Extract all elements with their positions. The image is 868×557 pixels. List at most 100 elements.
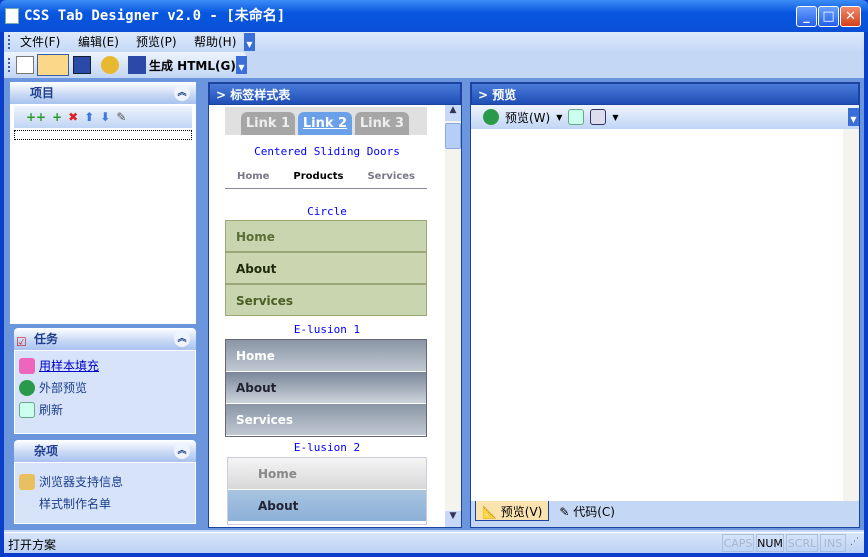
delete-icon[interactable]: ✖ <box>68 110 78 124</box>
menu-file[interactable]: 文件(F) <box>20 34 60 50</box>
menu-edit[interactable]: 编辑(E) <box>78 34 119 50</box>
link-label: 刷新 <box>39 403 64 417</box>
preview-view[interactable] <box>471 129 859 501</box>
chevron-down-icon[interactable]: ▼ <box>236 56 247 74</box>
menu-item[interactable]: Services <box>225 284 427 316</box>
collapse-icon[interactable]: ︽ <box>174 331 190 347</box>
link-label: 外部预览 <box>39 381 88 395</box>
menu-bar: 文件(F) 编辑(E) 预览(P) 帮助(H) ▼ <box>4 32 864 52</box>
tab-styles-header: > 标签样式表 <box>209 83 461 105</box>
main-area: 项目 ︽ ++ + ✖ ⬆ ⬇ ✎ ☑ 任务 ︽ 用样本填充 外部预览 刷新 杂项 ︽ … <box>4 78 864 530</box>
num-indicator: NUM <box>756 534 784 552</box>
add-child-icon[interactable]: ++ <box>26 110 46 124</box>
preview-dropdown[interactable]: 预览(W) <box>505 109 550 126</box>
toolbar: 生成 HTML(G) ▼ <box>4 52 247 78</box>
tab-styles-panel: > 标签样式表 ▲ ▼ Link 1 Link 2 Link 3 Centered … <box>208 82 462 528</box>
globe-icon <box>483 109 499 125</box>
sliding-doors-nav: Home Products Services <box>225 167 427 189</box>
menu-item[interactable]: About <box>226 372 426 404</box>
add-icon[interactable]: + <box>52 110 62 124</box>
tab-link-3[interactable]: Link 3 <box>355 112 409 135</box>
tab-link-1[interactable]: Link 1 <box>241 112 295 135</box>
tasks-header[interactable]: ☑ 任务 ︽ <box>14 328 196 350</box>
help-icon[interactable] <box>101 56 119 74</box>
new-file-icon[interactable] <box>16 56 34 74</box>
tasks-panel: ☑ 任务 ︽ 用样本填充 外部预览 刷新 <box>14 328 196 434</box>
font-icon[interactable] <box>590 109 607 125</box>
menu-item[interactable]: Services <box>226 404 426 436</box>
maximize-button[interactable]: □ <box>818 6 839 27</box>
status-text: 打开方案 <box>8 538 57 552</box>
close-button[interactable]: ✕ <box>840 6 861 27</box>
project-toolbar: ++ + ✖ ⬆ ⬇ ✎ <box>14 106 192 128</box>
generate-html-button[interactable]: 生成 HTML(G) <box>149 57 236 74</box>
move-down-icon[interactable]: ⬇ <box>100 110 110 124</box>
scrollbar[interactable]: ▲ ▼ <box>445 105 461 527</box>
ruler-icon: 📐 <box>482 505 497 519</box>
open-folder-icon[interactable] <box>37 54 69 76</box>
link-label: 样式制作名单 <box>39 497 112 511</box>
tab-link-2[interactable]: Link 2 <box>298 112 352 135</box>
menu-item[interactable]: Home <box>225 220 427 252</box>
clipboard-icon: ☑ <box>16 335 27 349</box>
misc-header[interactable]: 杂项 ︽ <box>14 440 196 462</box>
move-up-icon[interactable]: ⬆ <box>84 110 94 124</box>
edit-icon[interactable]: ✎ <box>116 110 126 124</box>
menu-help[interactable]: 帮助(H) <box>194 34 236 50</box>
misc-title: 杂项 <box>34 444 59 458</box>
globe-icon <box>19 380 35 396</box>
view-tabs: 📐 预览(V) ✎ 代码(C) <box>471 501 859 523</box>
window-title: CSS Tab Designer v2.0 - [未命名] <box>24 8 286 24</box>
grip-icon <box>8 58 11 72</box>
preview-header: > 预览 <box>471 83 859 105</box>
status-bar: 打开方案 CAPS NUM SCRL INS ⋰ <box>4 532 864 553</box>
misc-panel: 杂项 ︽ 浏览器支持信息 样式制作名单 <box>14 440 196 524</box>
minimize-button[interactable]: _ <box>796 6 817 27</box>
chevron-down-icon[interactable]: ▼ <box>244 33 255 51</box>
nav-item[interactable]: Home <box>237 167 269 188</box>
tab-code[interactable]: ✎ 代码(C) <box>553 501 621 522</box>
project-tree[interactable] <box>14 130 192 140</box>
preview-panel: > 预览 预览(W) ▼ ▼ ▼ 📐 预览(V) ✎ 代码(C) <box>470 82 860 528</box>
scroll-up-icon[interactable]: ▲ <box>445 105 461 121</box>
project-header[interactable]: 项目 ︽ <box>10 82 196 104</box>
html-icon[interactable] <box>128 56 146 74</box>
menu-preview[interactable]: 预览(P) <box>136 34 177 50</box>
scroll-down-icon[interactable]: ▼ <box>445 511 461 527</box>
elusion1-menu: Home About Services <box>225 339 427 437</box>
menu-item[interactable]: Home <box>228 458 426 490</box>
project-panel: 项目 ︽ ++ + ✖ ⬆ ⬇ ✎ <box>10 82 196 324</box>
chevron-down-icon[interactable]: ▼ <box>848 108 859 126</box>
app-frame: 文件(F) 编辑(E) 预览(P) 帮助(H) ▼ 生成 HTML(G) ▼ 项… <box>4 32 864 553</box>
grip-icon <box>8 35 11 49</box>
fill-sample-link[interactable]: 用样本填充 <box>15 355 195 377</box>
tab-label: 代码(C) <box>573 505 615 519</box>
refresh-link[interactable]: 刷新 <box>15 399 195 421</box>
browser-support-link[interactable]: 浏览器支持信息 <box>15 471 195 493</box>
resize-grip-icon[interactable]: ⋰ <box>850 537 859 547</box>
tasks-title: 任务 <box>34 332 59 346</box>
scrl-indicator: SCRL <box>786 534 818 552</box>
collapse-icon[interactable]: ︽ <box>174 443 190 459</box>
project-title: 项目 <box>30 86 55 100</box>
menu-item[interactable]: About <box>228 490 426 522</box>
preview-toolbar: 预览(W) ▼ ▼ ▼ <box>471 105 859 129</box>
link-label: 浏览器支持信息 <box>39 475 124 489</box>
sample-icon <box>19 358 35 374</box>
tab-preview[interactable]: 📐 预览(V) <box>475 501 550 521</box>
credits-link[interactable]: 样式制作名单 <box>15 493 195 515</box>
menu-item[interactable]: Home <box>226 340 426 372</box>
scrollbar[interactable] <box>843 129 859 501</box>
nav-item[interactable]: Services <box>367 167 415 188</box>
style-name: E-lusion 1 <box>293 323 361 336</box>
lock-icon <box>19 474 35 490</box>
refresh-icon[interactable] <box>568 109 585 125</box>
collapse-icon[interactable]: ︽ <box>174 85 190 101</box>
external-preview-link[interactable]: 外部预览 <box>15 377 195 399</box>
save-icon[interactable] <box>73 56 91 74</box>
scroll-thumb[interactable] <box>445 123 461 149</box>
preview-tabs: Link 1 Link 2 Link 3 <box>225 107 427 135</box>
title-bar: CSS Tab Designer v2.0 - [未命名] <box>0 0 868 32</box>
menu-item[interactable]: About <box>225 252 427 284</box>
nav-item[interactable]: Products <box>293 167 343 188</box>
